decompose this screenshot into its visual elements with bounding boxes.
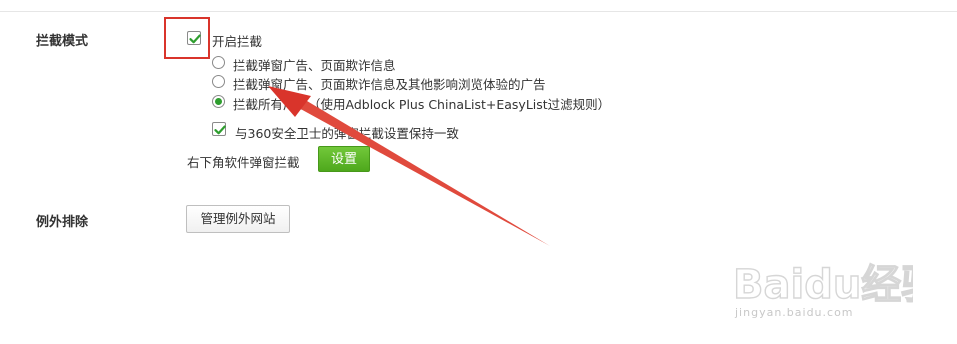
watermark-url: jingyan.baidu.com (735, 306, 854, 319)
watermark-brand: Baidu经验 (733, 262, 913, 308)
